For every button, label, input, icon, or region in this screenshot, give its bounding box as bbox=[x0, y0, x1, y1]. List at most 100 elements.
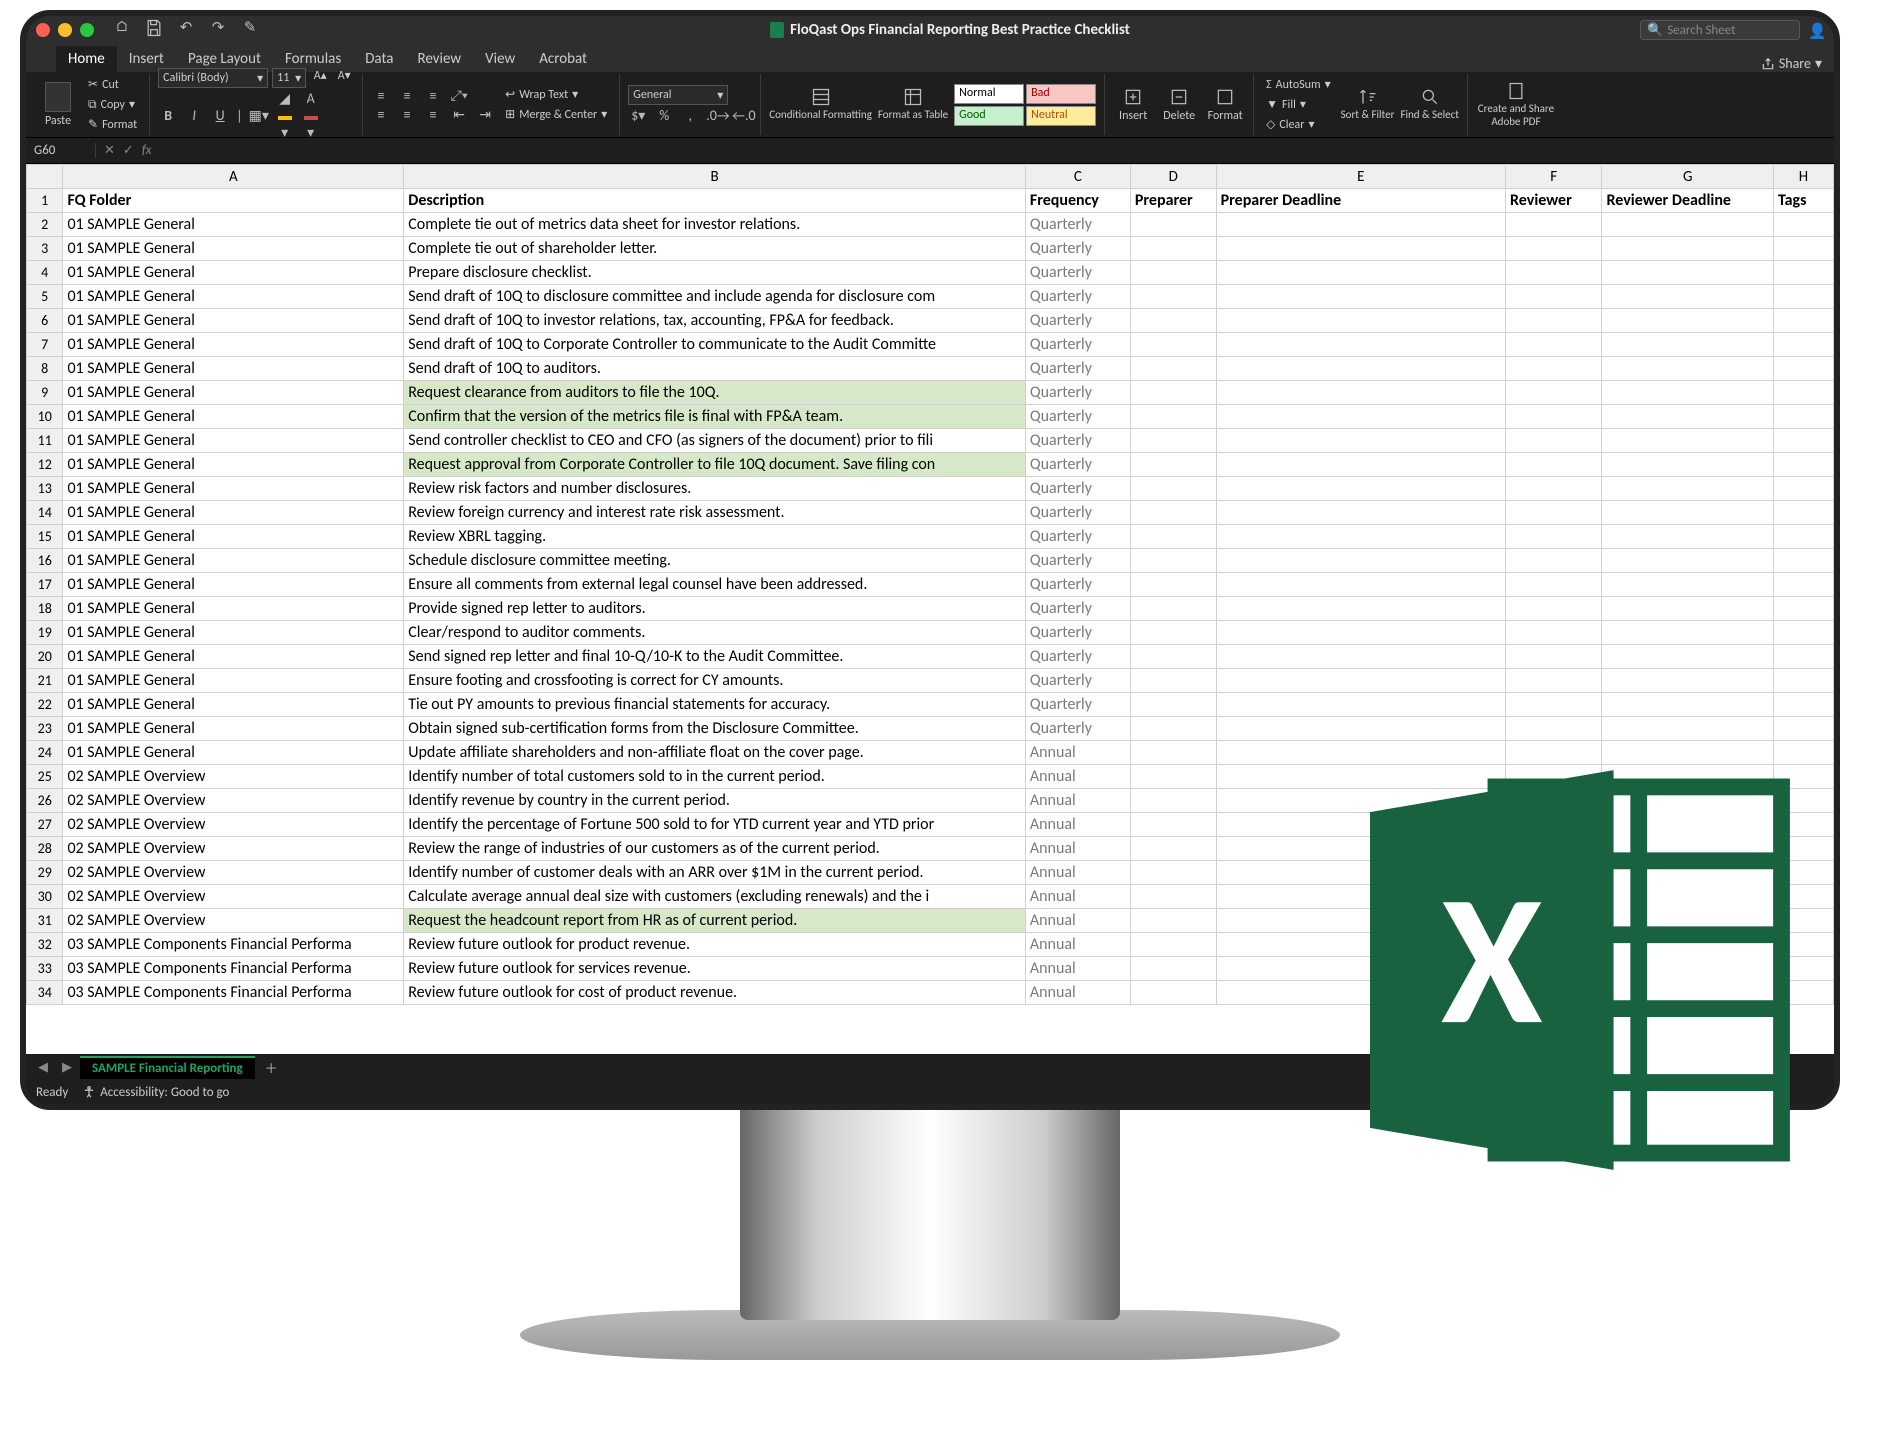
cell[interactable] bbox=[1130, 405, 1216, 429]
cell[interactable] bbox=[1216, 621, 1505, 645]
cell[interactable] bbox=[1130, 909, 1216, 933]
cell[interactable] bbox=[1130, 789, 1216, 813]
accessibility-status[interactable]: Accessibility: Good to go bbox=[82, 1085, 229, 1100]
cell[interactable]: Review the range of industries of our cu… bbox=[404, 837, 1026, 861]
cell[interactable]: 01 SAMPLE General bbox=[63, 669, 404, 693]
cell[interactable]: 01 SAMPLE General bbox=[63, 741, 404, 765]
cell[interactable] bbox=[1506, 549, 1602, 573]
cell[interactable]: Annual bbox=[1025, 789, 1130, 813]
cell[interactable] bbox=[1602, 333, 1773, 357]
cell[interactable] bbox=[1506, 597, 1602, 621]
sort-filter-button[interactable]: Sort & Filter bbox=[1341, 87, 1395, 121]
row-header-33[interactable]: 33 bbox=[27, 957, 63, 981]
cell[interactable]: Send controller checklist to CEO and CFO… bbox=[404, 429, 1026, 453]
cell[interactable]: Tie out PY amounts to previous financial… bbox=[404, 693, 1026, 717]
header-cell[interactable]: Tags bbox=[1773, 189, 1833, 213]
sheet-tab-active[interactable]: SAMPLE Financial Reporting bbox=[80, 1056, 255, 1079]
cell[interactable]: Review risk factors and number disclosur… bbox=[404, 477, 1026, 501]
row-header-15[interactable]: 15 bbox=[27, 525, 63, 549]
cell[interactable] bbox=[1130, 741, 1216, 765]
cell[interactable]: 01 SAMPLE General bbox=[63, 213, 404, 237]
minimize-window-button[interactable] bbox=[58, 23, 72, 37]
number-format-select[interactable]: General▾ bbox=[628, 85, 728, 105]
fx-icon[interactable]: fx bbox=[142, 143, 152, 158]
cell[interactable] bbox=[1602, 309, 1773, 333]
cell[interactable] bbox=[1773, 237, 1833, 261]
cell[interactable] bbox=[1602, 669, 1773, 693]
currency-icon[interactable]: $▾ bbox=[628, 107, 648, 124]
cell[interactable] bbox=[1773, 213, 1833, 237]
cell[interactable]: 02 SAMPLE Overview bbox=[63, 885, 404, 909]
insert-cells-button[interactable]: Insert bbox=[1113, 87, 1153, 123]
cell[interactable] bbox=[1130, 501, 1216, 525]
cell[interactable]: 01 SAMPLE General bbox=[63, 645, 404, 669]
select-all-corner[interactable] bbox=[27, 165, 63, 189]
cell[interactable]: 01 SAMPLE General bbox=[63, 477, 404, 501]
cell[interactable] bbox=[1773, 645, 1833, 669]
cell[interactable]: Quarterly bbox=[1025, 477, 1130, 501]
cell[interactable] bbox=[1506, 261, 1602, 285]
cell[interactable]: Send draft of 10Q to auditors. bbox=[404, 357, 1026, 381]
align-center-icon[interactable]: ≡ bbox=[397, 106, 417, 123]
cell[interactable] bbox=[1130, 381, 1216, 405]
cell[interactable]: Quarterly bbox=[1025, 261, 1130, 285]
cell[interactable]: Quarterly bbox=[1025, 501, 1130, 525]
cell[interactable] bbox=[1130, 573, 1216, 597]
cell[interactable] bbox=[1602, 549, 1773, 573]
header-cell[interactable]: Description bbox=[404, 189, 1026, 213]
cell[interactable]: Quarterly bbox=[1025, 525, 1130, 549]
cell[interactable] bbox=[1602, 645, 1773, 669]
style-normal[interactable]: Normal bbox=[954, 84, 1024, 104]
cell[interactable] bbox=[1130, 285, 1216, 309]
save-icon[interactable] bbox=[144, 18, 164, 43]
cell[interactable]: Identify number of total customers sold … bbox=[404, 765, 1026, 789]
tab-acrobat[interactable]: Acrobat bbox=[527, 46, 599, 72]
cell[interactable] bbox=[1130, 429, 1216, 453]
cell[interactable]: 02 SAMPLE Overview bbox=[63, 789, 404, 813]
merge-center-button[interactable]: ⊞ Merge & Center ▾ bbox=[501, 106, 611, 124]
cell[interactable] bbox=[1602, 621, 1773, 645]
cut-button[interactable]: ✂ Cut bbox=[84, 76, 141, 94]
cell[interactable]: Request approval from Corporate Controll… bbox=[404, 453, 1026, 477]
cell[interactable]: Ensure all comments from external legal … bbox=[404, 573, 1026, 597]
cell[interactable] bbox=[1773, 405, 1833, 429]
cell[interactable] bbox=[1773, 309, 1833, 333]
row-header-21[interactable]: 21 bbox=[27, 669, 63, 693]
row-header-26[interactable]: 26 bbox=[27, 789, 63, 813]
cell[interactable]: 01 SAMPLE General bbox=[63, 285, 404, 309]
cell[interactable] bbox=[1773, 573, 1833, 597]
wrap-text-button[interactable]: ↩ Wrap Text ▾ bbox=[501, 86, 611, 104]
cell[interactable] bbox=[1602, 717, 1773, 741]
cell[interactable] bbox=[1130, 309, 1216, 333]
row-header-31[interactable]: 31 bbox=[27, 909, 63, 933]
cell[interactable]: 03 SAMPLE Components Financial Performa bbox=[63, 957, 404, 981]
cell[interactable] bbox=[1506, 525, 1602, 549]
increase-font-icon[interactable]: A▴ bbox=[310, 68, 330, 88]
cell[interactable]: Annual bbox=[1025, 909, 1130, 933]
row-header-13[interactable]: 13 bbox=[27, 477, 63, 501]
cell[interactable]: Annual bbox=[1025, 741, 1130, 765]
cell[interactable] bbox=[1130, 477, 1216, 501]
cell[interactable] bbox=[1773, 549, 1833, 573]
font-color-icon[interactable]: A▾ bbox=[301, 90, 321, 141]
cell[interactable]: 01 SAMPLE General bbox=[63, 573, 404, 597]
cell[interactable]: Quarterly bbox=[1025, 645, 1130, 669]
cell[interactable]: 01 SAMPLE General bbox=[63, 549, 404, 573]
header-cell[interactable]: FQ Folder bbox=[63, 189, 404, 213]
cell[interactable] bbox=[1506, 309, 1602, 333]
cell[interactable]: 01 SAMPLE General bbox=[63, 453, 404, 477]
cell[interactable]: 01 SAMPLE General bbox=[63, 501, 404, 525]
cell[interactable]: Annual bbox=[1025, 765, 1130, 789]
cell[interactable]: Review future outlook for product revenu… bbox=[404, 933, 1026, 957]
cell[interactable] bbox=[1216, 213, 1505, 237]
cell[interactable]: 01 SAMPLE General bbox=[63, 309, 404, 333]
cell[interactable]: Review future outlook for cost of produc… bbox=[404, 981, 1026, 1005]
close-window-button[interactable] bbox=[36, 23, 50, 37]
undo-icon[interactable]: ↶ bbox=[176, 18, 196, 43]
row-header-23[interactable]: 23 bbox=[27, 717, 63, 741]
row-header-19[interactable]: 19 bbox=[27, 621, 63, 645]
cell[interactable] bbox=[1130, 861, 1216, 885]
decrease-decimal-icon[interactable]: ←.0 bbox=[732, 107, 752, 124]
cell[interactable] bbox=[1506, 381, 1602, 405]
cell[interactable] bbox=[1773, 741, 1833, 765]
